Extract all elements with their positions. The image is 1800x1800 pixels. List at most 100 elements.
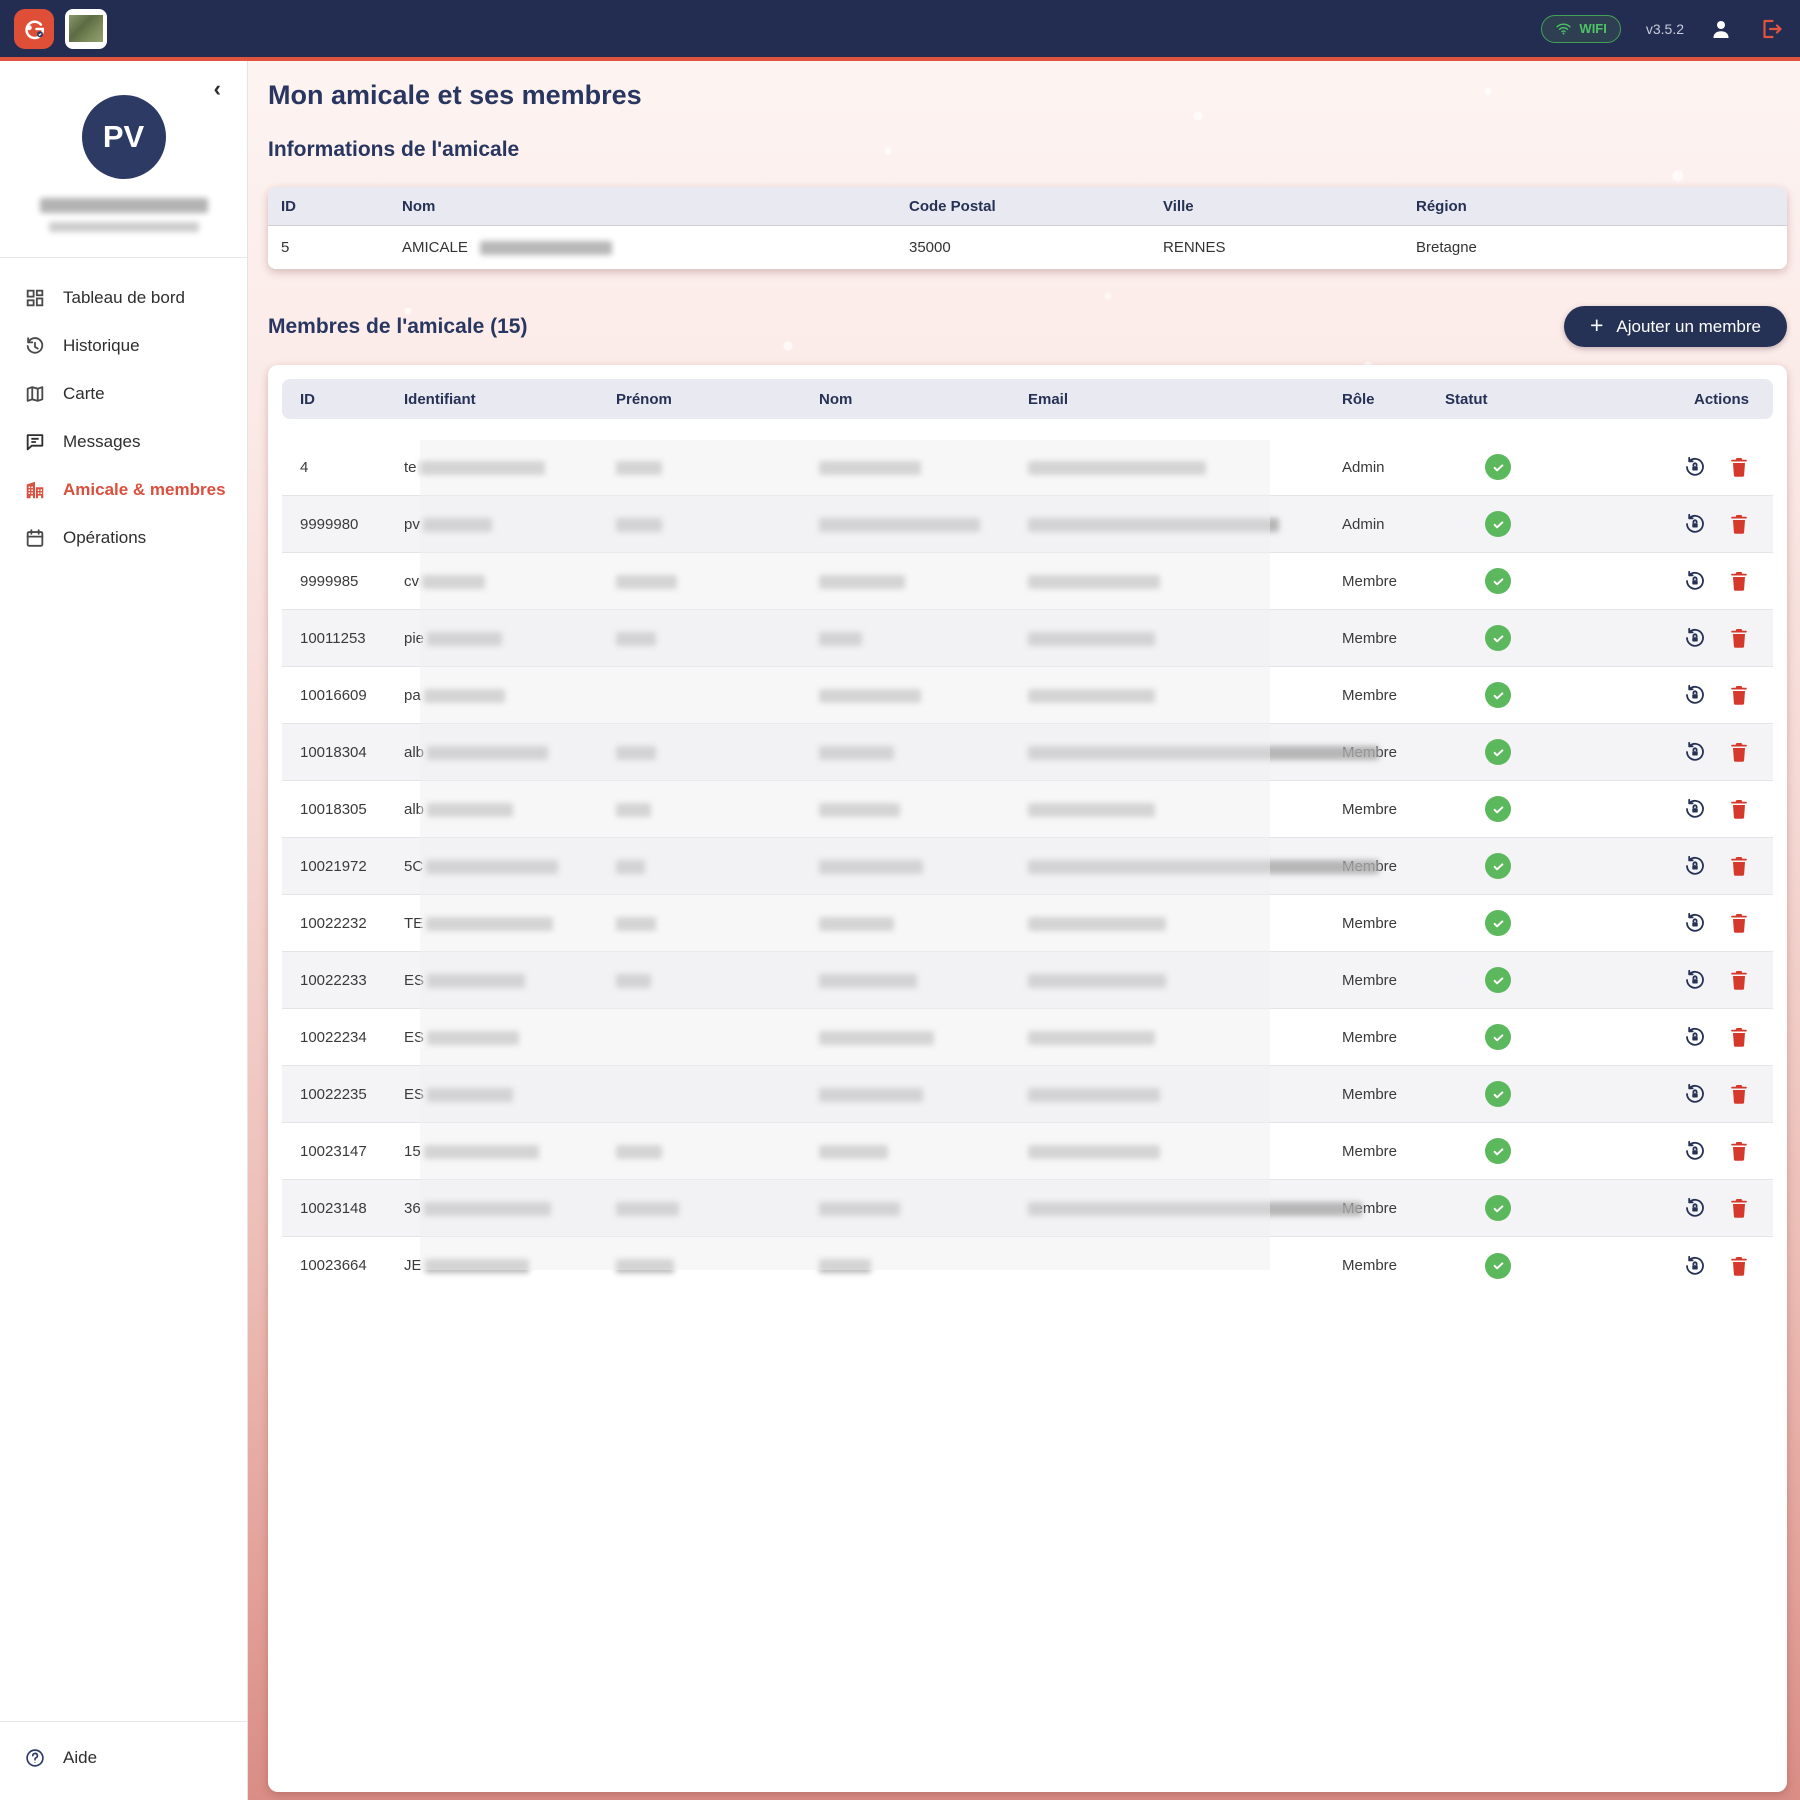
reset-password-button[interactable] — [1683, 512, 1707, 536]
table-row: 1002314836Membre — [282, 1180, 1773, 1237]
delete-member-button[interactable] — [1727, 683, 1751, 707]
member-nom — [819, 573, 1028, 590]
add-member-label: Ajouter un membre — [1616, 317, 1761, 337]
trash-icon — [1727, 695, 1751, 710]
member-prenom — [616, 573, 819, 590]
status-active-icon — [1485, 1138, 1511, 1164]
delete-member-button[interactable] — [1727, 1196, 1751, 1220]
sidebar-item-aide[interactable]: Aide — [0, 1734, 247, 1782]
column-header-actions: Actions — [1595, 391, 1773, 408]
column-header-ville: Ville — [1163, 198, 1416, 215]
delete-member-button[interactable] — [1727, 626, 1751, 650]
member-id: 10022235 — [282, 1086, 404, 1103]
member-actions — [1595, 1082, 1773, 1106]
reset-password-button[interactable] — [1683, 1082, 1707, 1106]
email-redacted — [1028, 689, 1155, 703]
reset-password-button[interactable] — [1683, 683, 1707, 707]
reset-password-button[interactable] — [1683, 455, 1707, 479]
plus-icon: + — [1590, 314, 1603, 337]
delete-member-button[interactable] — [1727, 512, 1751, 536]
member-nom — [819, 915, 1028, 932]
status-active-icon — [1485, 511, 1511, 537]
table-row: 1002314715Membre — [282, 1123, 1773, 1180]
history-icon — [24, 335, 46, 357]
logout-button[interactable] — [1760, 16, 1786, 42]
user-account-button[interactable] — [1709, 16, 1735, 42]
status-active-icon — [1485, 454, 1511, 480]
lock-reset-icon — [1683, 1037, 1707, 1052]
delete-member-button[interactable] — [1727, 740, 1751, 764]
member-identifiant: ES — [404, 972, 616, 989]
reset-password-button[interactable] — [1683, 854, 1707, 878]
member-identifiant: cv — [404, 573, 616, 590]
column-header-nom: Nom — [402, 198, 909, 215]
member-status — [1445, 739, 1595, 765]
member-actions — [1595, 1025, 1773, 1049]
member-actions — [1595, 569, 1773, 593]
delete-member-button[interactable] — [1727, 911, 1751, 935]
member-identifiant: pie — [404, 630, 616, 647]
reset-password-button[interactable] — [1683, 626, 1707, 650]
member-identifiant: pv — [404, 516, 616, 533]
reset-password-button[interactable] — [1683, 1139, 1707, 1163]
member-actions — [1595, 455, 1773, 479]
amicale-code-postal: 35000 — [909, 239, 1163, 256]
member-identifiant: 15 — [404, 1143, 616, 1160]
member-actions — [1595, 911, 1773, 935]
person-icon — [1709, 17, 1735, 41]
status-active-icon — [1485, 1253, 1511, 1279]
member-status — [1445, 853, 1595, 879]
member-actions — [1595, 626, 1773, 650]
add-member-button[interactable]: + Ajouter un membre — [1564, 306, 1787, 347]
nom-redacted — [819, 917, 894, 931]
reset-password-button[interactable] — [1683, 1196, 1707, 1220]
photo-thumbnail-image — [69, 15, 103, 42]
trash-icon — [1727, 1266, 1751, 1281]
status-active-icon — [1485, 682, 1511, 708]
sidebar-item-label: Aide — [63, 1748, 97, 1768]
collapse-sidebar-button[interactable]: ‹ — [208, 77, 227, 101]
delete-member-button[interactable] — [1727, 455, 1751, 479]
reset-password-button[interactable] — [1683, 1254, 1707, 1278]
sidebar-item-tableau-de-bord[interactable]: Tableau de bord — [0, 274, 247, 322]
delete-member-button[interactable] — [1727, 854, 1751, 878]
delete-member-button[interactable] — [1727, 1254, 1751, 1278]
sidebar-item-op-rations[interactable]: Opérations — [0, 514, 247, 562]
delete-member-button[interactable] — [1727, 968, 1751, 992]
identifiant-redacted — [427, 974, 525, 988]
reset-password-button[interactable] — [1683, 569, 1707, 593]
sidebar-item-carte[interactable]: Carte — [0, 370, 247, 418]
member-status — [1445, 682, 1595, 708]
reset-password-button[interactable] — [1683, 911, 1707, 935]
email-redacted — [1028, 1145, 1160, 1159]
reset-password-button[interactable] — [1683, 740, 1707, 764]
info-section-title: Informations de l'amicale — [268, 138, 1787, 162]
delete-member-button[interactable] — [1727, 569, 1751, 593]
sidebar-item-amicale-membres[interactable]: Amicale & membres — [0, 466, 247, 514]
member-prenom — [616, 1257, 819, 1274]
delete-member-button[interactable] — [1727, 1139, 1751, 1163]
delete-member-button[interactable] — [1727, 1082, 1751, 1106]
reset-password-button[interactable] — [1683, 797, 1707, 821]
delete-member-button[interactable] — [1727, 1025, 1751, 1049]
member-status — [1445, 1195, 1595, 1221]
sidebar-item-label: Messages — [63, 432, 140, 452]
reset-password-button[interactable] — [1683, 1025, 1707, 1049]
delete-member-button[interactable] — [1727, 797, 1751, 821]
reset-password-button[interactable] — [1683, 968, 1707, 992]
page-title: Mon amicale et ses membres — [268, 80, 1787, 111]
member-actions — [1595, 683, 1773, 707]
identifiant-redacted — [427, 1088, 513, 1102]
sidebar-item-messages[interactable]: Messages — [0, 418, 247, 466]
lock-reset-icon — [1683, 1208, 1707, 1223]
member-actions — [1595, 1139, 1773, 1163]
amicale-nom-redacted — [480, 241, 612, 255]
nom-redacted — [819, 1031, 934, 1045]
trash-icon — [1727, 1151, 1751, 1166]
member-status — [1445, 511, 1595, 537]
member-nom — [819, 801, 1028, 818]
member-id: 9999985 — [282, 573, 404, 590]
sidebar-item-historique[interactable]: Historique — [0, 322, 247, 370]
members-section-bar: Membres de l'amicale (15) + Ajouter un m… — [268, 306, 1787, 347]
nom-redacted — [819, 1202, 900, 1216]
